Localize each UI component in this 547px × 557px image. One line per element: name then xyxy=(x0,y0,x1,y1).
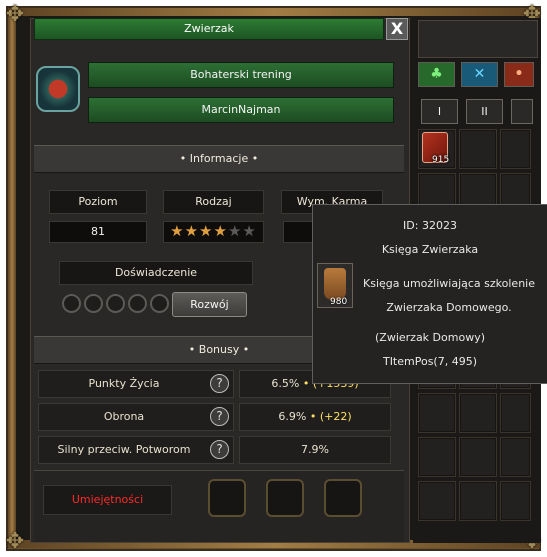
inventory-slot[interactable] xyxy=(500,129,531,169)
inventory-slot[interactable] xyxy=(459,129,497,169)
third-tab-icon[interactable]: • xyxy=(504,62,534,87)
inventory-tab-3[interactable] xyxy=(511,99,533,124)
bonus-defense-value-row: 6.9% • (+22) xyxy=(239,403,391,431)
experience-point xyxy=(84,294,103,313)
top-vine-border xyxy=(8,8,540,16)
inventory-slot[interactable] xyxy=(500,437,531,477)
item-count: 915 xyxy=(432,155,450,165)
tooltip-item-count: 980 xyxy=(330,297,348,307)
experience-point xyxy=(106,294,125,313)
pet-owner-name: MarcinNajman xyxy=(88,97,394,123)
corner-ornament-icon: ✥ xyxy=(5,529,25,554)
skill-slot-1[interactable] xyxy=(208,479,246,517)
bonus-defense-extra-value: (+22) xyxy=(319,410,352,423)
bonus-defense-label: Obrona xyxy=(103,410,145,423)
pet-training-name: Bohaterski trening xyxy=(88,62,394,88)
skill-slot-2[interactable] xyxy=(266,479,304,517)
inventory-slot[interactable] xyxy=(459,481,497,521)
skills-label: Umiejętności xyxy=(43,485,172,515)
level-value: 81 xyxy=(49,221,147,243)
type-stars: ★★★★★★ xyxy=(163,221,264,243)
experience-label: Doświadczenie xyxy=(59,261,253,285)
inventory-item-book[interactable]: 915 xyxy=(418,129,456,169)
bonus-defense-help-icon[interactable]: ? xyxy=(210,407,229,426)
star-icon: ★ xyxy=(213,222,228,240)
inventory-slot[interactable] xyxy=(459,437,497,477)
inventory-slot[interactable] xyxy=(418,393,456,433)
pet-tab-icon[interactable]: ♣ xyxy=(418,62,455,87)
sack-item-icon xyxy=(324,268,346,300)
tooltip-item-name: Księga Zwierzaka xyxy=(381,243,479,256)
window-title: Zwierzak xyxy=(34,18,384,40)
bonus-defense-value: 6.9% xyxy=(278,410,307,423)
experience-point xyxy=(150,294,169,313)
tooltip-item-slot: 980 xyxy=(317,263,353,308)
inventory-slot[interactable] xyxy=(418,437,456,477)
star-icon: ★ xyxy=(199,222,214,240)
info-section-header: • Informacje • xyxy=(34,145,404,173)
star-icon: ★ xyxy=(170,222,185,240)
experience-progress xyxy=(62,292,172,316)
bonus-hp-label: Punkty Życia xyxy=(88,377,160,390)
corner-ornament-icon: ✥ xyxy=(5,2,25,27)
bonus-label-row: Obrona xyxy=(38,403,234,431)
bonus-label-row: Punkty Życia xyxy=(38,370,234,398)
left-vine-border xyxy=(8,8,16,548)
tooltip-category: (Zwierzak Domowy) xyxy=(375,331,485,344)
inventory-slot[interactable] xyxy=(500,393,531,433)
inventory-slot[interactable] xyxy=(500,481,531,521)
bonus-monsters-value: 7.9% xyxy=(239,436,391,464)
experience-point xyxy=(62,294,81,313)
inventory-slot[interactable] xyxy=(418,481,456,521)
bonus-monsters-label: Silny przeciw. Potworom xyxy=(57,443,191,456)
develop-button[interactable]: Rozwój xyxy=(172,292,247,317)
bonus-label-row: Silny przeciw. Potworom xyxy=(38,436,234,464)
tooltip-item-pos: TItemPos(7, 495) xyxy=(382,355,478,368)
inventory-slot[interactable] xyxy=(459,393,497,433)
experience-point xyxy=(128,294,147,313)
inventory-tab-2[interactable]: II xyxy=(466,99,503,124)
equipment-slots-strip xyxy=(418,20,538,58)
pet-portrait-icon[interactable] xyxy=(36,66,80,112)
type-label: Rodzaj xyxy=(163,190,264,214)
bonus-hp-value: 6.5% xyxy=(271,377,300,390)
tooltip-item-id: ID: 32023 xyxy=(403,219,457,232)
level-label: Poziom xyxy=(49,190,147,214)
item-tooltip: ID: 32023 Księga Zwierzaka Księga umożli… xyxy=(312,204,547,384)
bonus-defense-extra: • (+22) xyxy=(309,410,352,423)
inventory-tab-1[interactable]: I xyxy=(421,99,458,124)
bonus-monsters-help-icon[interactable]: ? xyxy=(210,440,229,459)
bonus-hp-help-icon[interactable]: ? xyxy=(210,374,229,393)
star-icon: ★ xyxy=(184,222,200,240)
close-button[interactable]: X xyxy=(386,18,408,40)
tools-tab-icon[interactable]: ✕ xyxy=(461,62,498,87)
skill-slot-3[interactable] xyxy=(324,479,362,517)
star-icon: ★ xyxy=(227,222,243,240)
star-icon: ★ xyxy=(242,222,257,240)
